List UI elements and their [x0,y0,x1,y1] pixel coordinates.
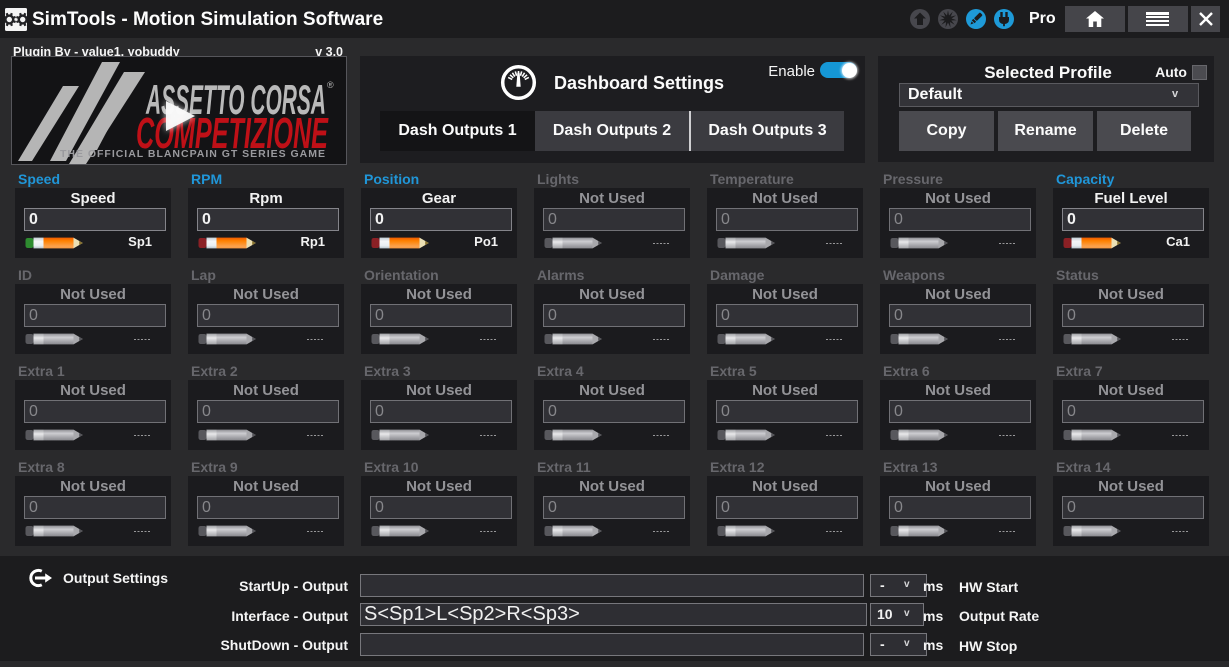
svg-text:THE OFFICIAL BLANCPAIN GT SERI: THE OFFICIAL BLANCPAIN GT SERIES GAME [60,148,325,160]
svg-text:®: ® [327,80,334,90]
